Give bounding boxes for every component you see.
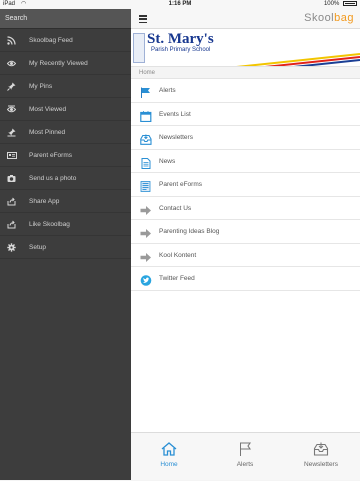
- calendar-icon: [140, 109, 152, 122]
- menu-item-twitter-feed[interactable]: Twitter Feed: [131, 267, 360, 291]
- sidebar-item-label: My Pins: [29, 83, 53, 90]
- gear-icon: [7, 243, 16, 252]
- camera-icon: [7, 174, 16, 183]
- menu-item-newsletters[interactable]: Newsletters: [131, 126, 360, 150]
- sidebar-item-label: Like Skoolbag: [29, 221, 70, 228]
- menu-item-alerts[interactable]: Alerts: [131, 79, 360, 103]
- hamburger-menu-icon[interactable]: [139, 15, 147, 24]
- pin-icon: [7, 82, 16, 91]
- sidebar-item-like-skoolbag[interactable]: Like Skoolbag: [0, 213, 131, 236]
- sidebar-item-my-pins[interactable]: My Pins: [0, 75, 131, 98]
- skoolbag-logo: Skoolbag: [304, 12, 354, 24]
- menu-item-label: Parenting Ideas Blog: [159, 228, 220, 235]
- home-icon: [161, 442, 177, 456]
- status-bar: iPad ◠ 1:16 PM 100%: [0, 0, 360, 9]
- tab-newsletters[interactable]: Newsletters: [283, 433, 359, 481]
- main-panel: Skoolbag St. Mary's Parish Primary Schoo…: [131, 9, 360, 480]
- menu-item-kool-kontent[interactable]: Kool Kontent: [131, 243, 360, 267]
- inbox-icon: [140, 132, 152, 145]
- share-icon: [7, 220, 16, 229]
- top-navbar: Skoolbag: [131, 9, 360, 29]
- school-banner: St. Mary's Parish Primary School: [131, 29, 360, 67]
- menu-item-label: Newsletters: [159, 134, 193, 141]
- tab-label: Home: [160, 461, 178, 468]
- pin-icon: [7, 128, 16, 137]
- battery-indicator: 100%: [324, 1, 357, 7]
- document-icon: [140, 156, 152, 169]
- share-icon: [7, 197, 16, 206]
- form-icon: [140, 179, 152, 192]
- school-crest-icon: [133, 33, 145, 63]
- school-subtitle: Parish Primary School: [151, 47, 211, 53]
- bottom-tab-bar: Home Alerts Newsletters: [131, 432, 360, 480]
- sidebar: Search Skoolbag Feed My Recently Viewed …: [0, 9, 131, 480]
- sidebar-item-label: My Recently Viewed: [29, 60, 88, 67]
- twitter-icon: [140, 273, 152, 286]
- menu-item-label: Parent eForms: [159, 181, 202, 188]
- flag-icon: [140, 85, 152, 98]
- clock: 1:16 PM: [168, 1, 192, 7]
- brand-suffix: bag: [334, 12, 354, 24]
- sidebar-item-skoolbag-feed[interactable]: Skoolbag Feed: [0, 29, 131, 52]
- menu-item-label: Events List: [159, 110, 191, 118]
- sidebar-item-label: Share App: [29, 198, 60, 205]
- eye-icon: [6, 105, 17, 114]
- rss-icon: [7, 36, 16, 45]
- brand-prefix: Skool: [304, 12, 335, 24]
- sidebar-item-label: Send us a photo: [29, 175, 77, 182]
- sidebar-item-recently-viewed[interactable]: My Recently Viewed: [0, 52, 131, 75]
- menu-item-label: News: [159, 157, 176, 165]
- tab-label: Alerts: [236, 461, 254, 468]
- tab-home[interactable]: Home: [131, 433, 207, 481]
- sidebar-item-label: Most Pinned: [29, 129, 66, 136]
- tab-alerts[interactable]: Alerts: [207, 433, 283, 481]
- sidebar-item-label: Skoolbag Feed: [29, 37, 73, 44]
- sidebar-item-send-photo[interactable]: Send us a photo: [0, 167, 131, 190]
- sidebar-item-most-pinned[interactable]: Most Pinned: [0, 121, 131, 144]
- sidebar-item-share-app[interactable]: Share App: [0, 190, 131, 213]
- tab-label: Newsletters: [304, 461, 338, 468]
- inbox-icon: [313, 442, 329, 456]
- sidebar-item-most-viewed[interactable]: Most Viewed: [0, 98, 131, 121]
- menu-item-label: Contact Us: [159, 204, 192, 212]
- id-card-icon: [7, 151, 17, 160]
- battery-icon: [343, 1, 357, 6]
- search-field[interactable]: Search: [0, 9, 131, 29]
- eye-icon: [6, 59, 17, 68]
- sidebar-item-setup[interactable]: Setup: [0, 236, 131, 259]
- menu-item-events-list[interactable]: Events List: [131, 102, 360, 126]
- breadcrumb: Home: [131, 67, 360, 79]
- flag-icon: [237, 442, 253, 456]
- sidebar-item-label: Parent eForms: [29, 152, 72, 159]
- arrow-icon: [140, 250, 152, 262]
- battery-percent: 100%: [323, 1, 340, 8]
- menu-item-label: Alerts: [159, 87, 176, 94]
- arrow-icon: [140, 226, 152, 238]
- menu-item-label: Twitter Feed: [159, 275, 195, 282]
- menu-item-label: Kool Kontent: [159, 251, 197, 259]
- menu-item-parent-eforms[interactable]: Parent eForms: [131, 173, 360, 197]
- sidebar-item-label: Most Viewed: [29, 106, 67, 113]
- arrow-icon: [140, 203, 152, 215]
- sidebar-item-label: Setup: [29, 244, 46, 251]
- sidebar-item-parent-eforms[interactable]: Parent eForms: [0, 144, 131, 167]
- menu-item-parenting-ideas-blog[interactable]: Parenting Ideas Blog: [131, 220, 360, 244]
- menu-item-news[interactable]: News: [131, 149, 360, 173]
- school-name: St. Mary's: [147, 31, 214, 47]
- menu-item-contact-us[interactable]: Contact Us: [131, 196, 360, 220]
